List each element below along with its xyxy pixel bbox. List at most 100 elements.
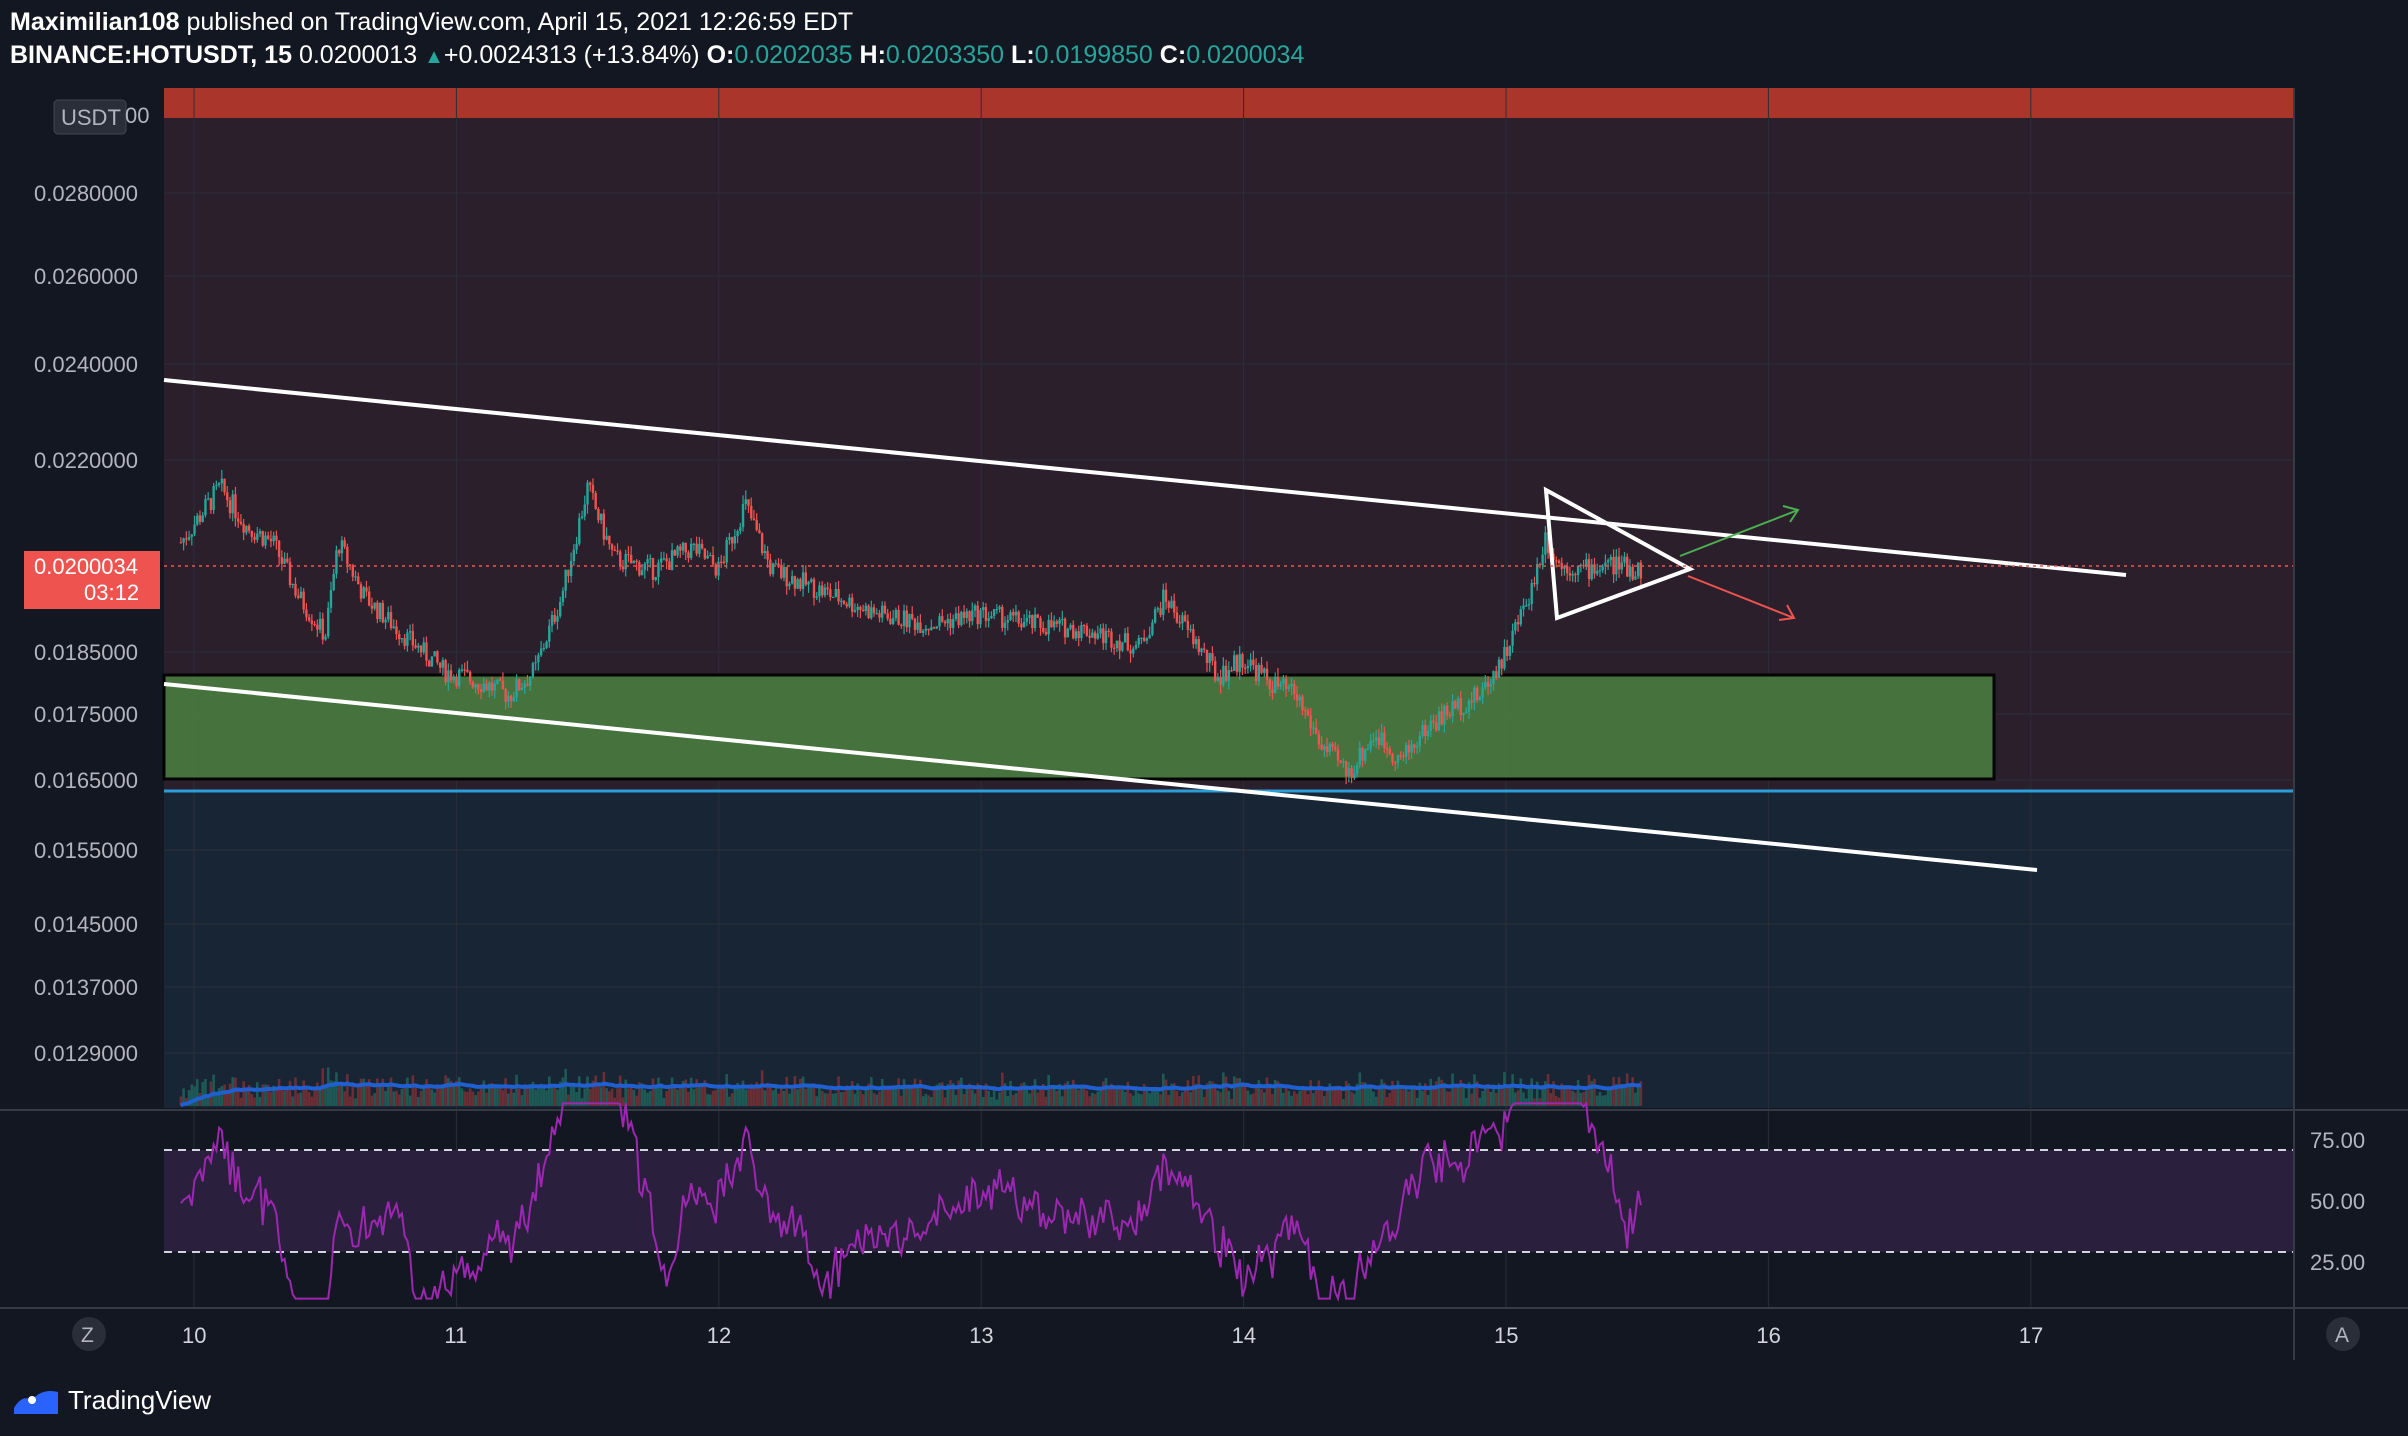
candle-body xyxy=(1162,589,1165,615)
time-tick-label: 15 xyxy=(1494,1323,1518,1348)
candle-body xyxy=(1361,747,1364,761)
price-tick-label: 0.0185000 xyxy=(34,640,138,665)
volume-bar xyxy=(356,1084,360,1106)
candle-body xyxy=(1407,744,1411,753)
candle-body xyxy=(223,478,226,493)
candle-body xyxy=(1085,625,1089,636)
volume-bar xyxy=(1131,1095,1135,1106)
volume-bar xyxy=(970,1089,974,1106)
volume-bar xyxy=(870,1077,873,1106)
candle-body xyxy=(482,683,485,692)
volume-bar xyxy=(741,1080,745,1106)
candle-body xyxy=(520,688,524,691)
volume-bar xyxy=(1137,1093,1141,1106)
rsi-axis[interactable]: 75.00 50.00 25.00 xyxy=(2310,1128,2365,1275)
volume-bar xyxy=(1230,1098,1233,1106)
candle-body xyxy=(534,662,537,664)
volume-bar xyxy=(995,1099,999,1106)
candle-body xyxy=(654,576,657,580)
time-axis[interactable]: 10 11 12 13 14 15 16 17 xyxy=(182,1323,2043,1348)
candle-body xyxy=(1132,648,1135,654)
candle-body xyxy=(1394,762,1397,764)
volume-bar xyxy=(1464,1097,1468,1106)
candle-body xyxy=(1475,687,1479,700)
volume-bar xyxy=(1462,1085,1465,1106)
candle-body xyxy=(946,619,949,624)
volume-bar xyxy=(662,1097,666,1106)
volume-bar xyxy=(1429,1078,1433,1106)
candle-body xyxy=(861,609,865,612)
volume-bar xyxy=(698,1084,701,1106)
volume-bar xyxy=(537,1085,540,1106)
footer-brand[interactable]: TradingView xyxy=(68,1385,211,1416)
candle-body xyxy=(842,600,846,605)
candle-body xyxy=(463,669,466,671)
candle-body xyxy=(507,695,510,702)
candle-body xyxy=(433,651,436,657)
candle-body xyxy=(1568,573,1572,576)
candle-body xyxy=(206,498,210,500)
candle-body xyxy=(1143,637,1146,641)
candle-body xyxy=(1257,664,1261,681)
volume-bar xyxy=(542,1087,546,1106)
volume-bar xyxy=(957,1080,960,1106)
candle-body xyxy=(567,569,570,576)
high-value: 0.0203350 xyxy=(885,41,1005,69)
volume-bar xyxy=(708,1094,712,1106)
author-name[interactable]: Maximilian108 xyxy=(10,8,180,36)
volume-bar xyxy=(700,1083,704,1106)
volume-bar xyxy=(578,1076,581,1106)
candle-body xyxy=(1557,560,1561,563)
candle-body xyxy=(856,606,859,611)
candle-body xyxy=(452,676,455,681)
candle-body xyxy=(488,682,491,691)
currency-label: USDT xyxy=(61,105,121,130)
candle-body xyxy=(1459,698,1462,716)
candle-body xyxy=(179,542,183,544)
candle-body xyxy=(1063,618,1067,638)
candle-body xyxy=(354,576,357,578)
candle-body xyxy=(468,671,472,682)
candle-body xyxy=(256,533,259,540)
volume-bar xyxy=(316,1082,319,1106)
price-tick-label: 0.0155000 xyxy=(34,838,138,863)
candle-body xyxy=(1208,653,1211,664)
candle-body xyxy=(1380,732,1383,746)
volume-bar xyxy=(602,1072,606,1106)
candle-body xyxy=(498,679,502,681)
chart-canvas[interactable]: 0.0280000 0.0260000 0.0240000 0.0220000 0.01… xyxy=(0,84,2408,1374)
volume-bar xyxy=(1325,1088,1329,1106)
candle-body xyxy=(1055,621,1059,624)
volume-bar xyxy=(1254,1085,1258,1106)
candle-body xyxy=(1091,632,1094,638)
candle-body xyxy=(793,576,797,589)
symbol-name[interactable]: BINANCE:HOTUSDT, 15 xyxy=(10,41,292,69)
volume-bar xyxy=(477,1091,480,1106)
candle-body xyxy=(605,535,608,540)
volume-bar xyxy=(1606,1088,1610,1106)
candle-body xyxy=(943,621,947,624)
candle-body xyxy=(1355,765,1359,774)
candle-body xyxy=(913,618,917,630)
candle-body xyxy=(1102,628,1105,644)
volume-bar xyxy=(632,1089,636,1106)
volume-bar xyxy=(1634,1092,1637,1106)
candle-body xyxy=(1353,773,1356,778)
candle-body xyxy=(976,605,979,625)
candle-body xyxy=(327,607,330,637)
price-axis[interactable]: 0.0280000 0.0260000 0.0240000 0.0220000 0.01… xyxy=(34,181,138,1066)
volume-bar xyxy=(1009,1080,1012,1106)
volume-bar xyxy=(1268,1085,1272,1106)
volume-bar xyxy=(223,1084,226,1106)
candle-body xyxy=(722,561,726,563)
volume-bar xyxy=(1082,1087,1086,1106)
candle-body xyxy=(458,669,461,686)
volume-bar xyxy=(801,1076,805,1106)
volume-bar xyxy=(1224,1076,1228,1106)
volume-bar xyxy=(889,1087,892,1106)
candle-body xyxy=(1224,665,1228,681)
volume-bar xyxy=(1036,1092,1040,1106)
candle-body xyxy=(1145,638,1149,641)
candle-body xyxy=(1497,659,1501,678)
volume-bar xyxy=(1096,1091,1100,1106)
